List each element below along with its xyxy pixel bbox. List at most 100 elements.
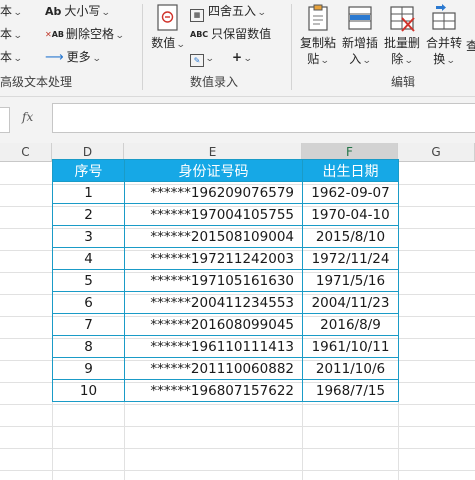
numeric-icon — [157, 4, 178, 31]
ribbon: 本⌄ 本⌄ 本⌄ Ab 大小写⌄ ✕AB 删除空格⌄ ⟶ 更多⌄ 高级文本处理 数值⌄… — [0, 0, 475, 97]
batch-delete-label: 批量删 — [383, 36, 420, 50]
find-label: 查 — [466, 39, 475, 53]
cell-id-number[interactable]: ******196110111413 — [124, 335, 303, 358]
table-row: 5 ******197105161630 1971/5/16 — [52, 269, 399, 292]
formula-bar: fx — [0, 97, 475, 143]
formula-input[interactable] — [52, 103, 475, 133]
table-row: 3 ******201508109004 2015/8/10 — [52, 225, 399, 248]
chevron-down-icon: ⌄ — [404, 56, 414, 66]
ribbon-left-item-3[interactable]: 本⌄ — [0, 49, 23, 67]
name-box[interactable] — [0, 107, 10, 133]
cell-index[interactable]: 7 — [52, 313, 125, 336]
cell-birth-date[interactable]: 1972/11/24 — [302, 247, 399, 270]
cell-birth-date[interactable]: 1961/10/11 — [302, 335, 399, 358]
cell-birth-date[interactable]: 2015/8/10 — [302, 225, 399, 248]
cell-id-number[interactable]: ******196209076579 — [124, 181, 303, 204]
cell-birth-date[interactable]: 1962-09-07 — [302, 181, 399, 204]
merge-label-2: 换 — [433, 52, 446, 66]
cell-index[interactable]: 5 — [52, 269, 125, 292]
number-group-label: 数值录入 — [190, 75, 239, 89]
cell-index[interactable]: 6 — [52, 291, 125, 314]
numeric-button[interactable]: 数值⌄ — [150, 3, 186, 53]
column-header-g[interactable]: G — [398, 143, 475, 162]
insert-rows-icon — [348, 6, 372, 30]
ribbon-left-item-3-label: 本 — [0, 50, 13, 64]
round-label: 四舍五入 — [208, 4, 257, 18]
format-button[interactable]: ✎ ⌄ — [190, 49, 215, 67]
merge-label: 合并转 — [425, 36, 462, 50]
worksheet-grid[interactable]: C D E F G 序号 身份证号码 出生日期 1 ******196209076… — [0, 143, 475, 480]
add-button[interactable]: +⌄ — [232, 49, 253, 67]
cell-id-number[interactable]: ******201608099045 — [124, 313, 303, 336]
case-button[interactable]: Ab 大小写⌄ — [45, 3, 111, 21]
delete-rows-icon — [390, 6, 415, 32]
cell-birth-date[interactable]: 1970-04-10 — [302, 203, 399, 226]
chevron-down-icon: ⌄ — [446, 56, 456, 66]
table-row: 6 ******200411234553 2004/11/23 — [52, 291, 399, 314]
data-table: 序号 身份证号码 出生日期 1 ******196209076579 1962-09… — [52, 159, 399, 402]
merge-convert-button[interactable]: 合并转 换⌄ — [424, 3, 464, 69]
keep-value-label: 只保留数值 — [211, 27, 272, 41]
cell-index[interactable]: 2 — [52, 203, 125, 226]
ribbon-left-item-1-label: 本 — [0, 4, 13, 18]
abc-icon: ABC — [190, 30, 209, 39]
header-index[interactable]: 序号 — [52, 159, 125, 182]
cell-index[interactable]: 1 — [52, 181, 125, 204]
copy-paste-label: 复制粘 — [299, 36, 336, 50]
table-row: 9 ******201110060882 2011/10/6 — [52, 357, 399, 380]
cell-index[interactable]: 8 — [52, 335, 125, 358]
find-button[interactable]: 查 — [466, 38, 475, 54]
cell-id-number[interactable]: ******201508109004 — [124, 225, 303, 248]
chevron-down-icon: ⌄ — [12, 54, 23, 64]
insert-button[interactable]: 新增插 入⌄ — [340, 3, 380, 69]
cell-id-number[interactable]: ******200411234553 — [124, 291, 303, 314]
table-header-row: 序号 身份证号码 出生日期 — [52, 159, 399, 182]
table-row: 2 ******197004105755 1970-04-10 — [52, 203, 399, 226]
insert-label-2: 入 — [349, 52, 362, 66]
merge-icon — [432, 4, 456, 30]
table-row: 7 ******201608099045 2016/8/9 — [52, 313, 399, 336]
cell-index[interactable]: 9 — [52, 357, 125, 380]
ribbon-left-item-1[interactable]: 本⌄ — [0, 3, 23, 21]
copy-paste-label-2: 贴 — [307, 52, 320, 66]
cell-id-number[interactable]: ******197105161630 — [124, 269, 303, 292]
ribbon-left-item-2[interactable]: 本⌄ — [0, 26, 23, 44]
text-group-label: 高级文本处理 — [0, 75, 73, 89]
chevron-down-icon: ⌄ — [176, 40, 186, 50]
column-header-c[interactable]: C — [0, 143, 52, 162]
ribbon-left-item-2-label: 本 — [0, 27, 13, 41]
copy-paste-button[interactable]: 复制粘 贴⌄ — [298, 3, 338, 69]
cell-index[interactable]: 3 — [52, 225, 125, 248]
cell-id-number[interactable]: ******201110060882 — [124, 357, 303, 380]
cell-birth-date[interactable]: 2011/10/6 — [302, 357, 399, 380]
cell-index[interactable]: 4 — [52, 247, 125, 270]
cell-id-number[interactable]: ******197211242003 — [124, 247, 303, 270]
cell-birth-date[interactable]: 1968/7/15 — [302, 379, 399, 402]
gridline — [0, 470, 475, 471]
cell-birth-date[interactable]: 1971/5/16 — [302, 269, 399, 292]
header-birth-date[interactable]: 出生日期 — [302, 159, 399, 182]
chevron-down-icon: ⌄ — [91, 54, 102, 64]
header-id-number[interactable]: 身份证号码 — [124, 159, 303, 182]
numeric-label: 数值 — [151, 36, 176, 50]
chevron-down-icon: ⌄ — [12, 8, 23, 18]
cell-index[interactable]: 10 — [52, 379, 125, 402]
chevron-down-icon: ⌄ — [256, 8, 267, 18]
plus-icon: + — [232, 50, 243, 64]
keep-value-button[interactable]: ABC 只保留数值 — [190, 26, 271, 44]
chevron-down-icon: ⌄ — [12, 31, 23, 41]
delete-spaces-label: 删除空格 — [66, 27, 115, 41]
cell-id-number[interactable]: ******197004105755 — [124, 203, 303, 226]
delete-spaces-button[interactable]: ✕AB 删除空格⌄ — [45, 26, 125, 44]
more-button[interactable]: ⟶ 更多⌄ — [45, 49, 102, 67]
fx-icon[interactable]: fx — [22, 110, 33, 124]
batch-delete-button[interactable]: 批量删 除⌄ — [382, 3, 422, 69]
table-row: 1 ******196209076579 1962-09-07 — [52, 181, 399, 204]
chevron-down-icon: ⌄ — [320, 56, 330, 66]
cell-birth-date[interactable]: 2004/11/23 — [302, 291, 399, 314]
cell-birth-date[interactable]: 2016/8/9 — [302, 313, 399, 336]
round-button[interactable]: ▦ 四舍五入⌄ — [190, 3, 267, 22]
cell-id-number[interactable]: ******196807157622 — [124, 379, 303, 402]
insert-label: 新增插 — [341, 36, 378, 50]
more-label: 更多 — [66, 50, 91, 64]
